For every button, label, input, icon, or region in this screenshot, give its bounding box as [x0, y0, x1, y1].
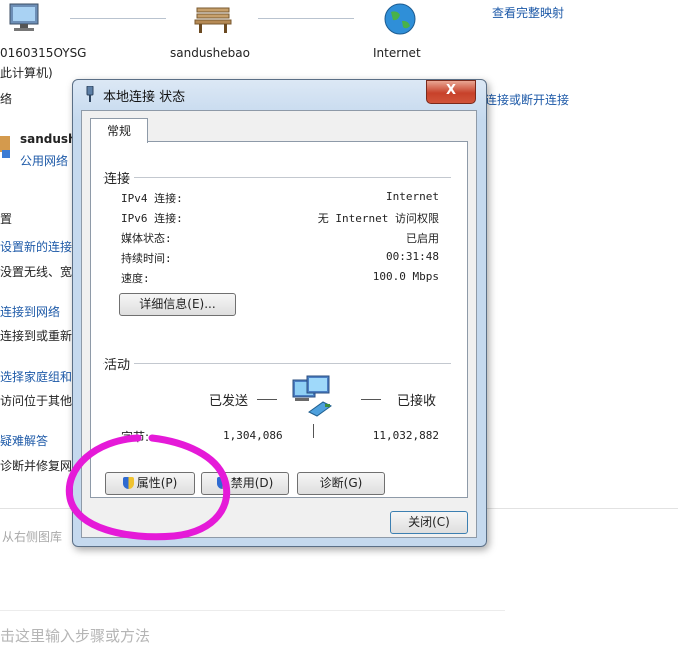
row-value-media: 已启用	[406, 232, 439, 245]
tab-general[interactable]: 常规	[90, 118, 148, 143]
row-value-ipv6: 无 Internet 访问权限	[317, 212, 439, 225]
node-computer-name: 0160315OYSG	[0, 46, 87, 60]
row-label-duration: 持续时间:	[121, 252, 172, 265]
row-label-media: 媒体状态:	[121, 232, 172, 245]
row-label-ipv4: IPv4 连接:	[121, 192, 183, 205]
sent-line	[257, 399, 277, 400]
row-value-duration: 00:31:48	[386, 250, 439, 263]
close-icon[interactable]: X	[426, 80, 476, 104]
view-full-map-link[interactable]: 查看完整映射	[492, 4, 564, 21]
activity-group-label: 活动	[104, 354, 135, 373]
diagnose-button[interactable]: 诊断(G)	[297, 472, 385, 495]
row-value-speed: 100.0 Mbps	[372, 270, 439, 283]
bytes-received-value: 11,032,882	[372, 429, 439, 442]
section-label-network: 络	[0, 92, 13, 106]
hint-text: 从右侧图库	[2, 530, 63, 544]
close-button[interactable]: 关闭(C)	[390, 511, 468, 534]
received-line	[361, 399, 381, 400]
section-label-settings: 置	[0, 212, 13, 226]
node-internet-name: Internet	[373, 46, 421, 60]
node-network-name: sandushebao	[170, 46, 250, 60]
homegroup-link[interactable]: 选择家庭组和	[0, 368, 72, 385]
sent-label: 已发送	[209, 394, 249, 409]
network-activity-icon	[289, 374, 345, 426]
connection-group-line	[103, 177, 451, 178]
troubleshoot-link[interactable]: 疑难解答	[0, 432, 48, 449]
details-button[interactable]: 详细信息(E)...	[119, 293, 236, 316]
setup-wireless-text: 没置无线、宽	[0, 265, 73, 279]
connection-group-label: 连接	[104, 168, 135, 187]
network-type-link[interactable]: 公用网络	[20, 152, 68, 169]
node-computer-sub: 此计算机)	[0, 66, 53, 80]
connect-disconnect-link[interactable]: 连接或断开连接	[485, 91, 569, 108]
bytes-divider	[313, 424, 314, 438]
annotation-circle	[65, 434, 231, 541]
connect-reconnect-text: 连接到或重新	[0, 329, 73, 343]
network-status-icon	[83, 85, 97, 102]
row-label-speed: 速度:	[121, 272, 150, 285]
network-link-line	[258, 18, 354, 19]
activity-group-line	[103, 363, 451, 364]
connect-to-network-link[interactable]: 连接到网络	[0, 303, 60, 320]
bench-icon	[193, 2, 233, 34]
network-link-line	[70, 18, 166, 19]
computer-icon	[4, 2, 42, 34]
globe-icon	[383, 2, 417, 36]
received-label: 已接收	[397, 394, 437, 409]
homegroup-text: 访问位于其他	[0, 394, 73, 408]
row-value-ipv4: Internet	[386, 190, 439, 203]
step-input[interactable]: 击这里输入步骤或方法	[0, 610, 505, 651]
step-input-placeholder: 击这里输入步骤或方法	[0, 627, 151, 645]
dialog-title: 本地连接 状态	[103, 90, 186, 105]
row-label-ipv6: IPv6 连接:	[121, 212, 183, 225]
setup-new-connection-link[interactable]: 设置新的连接	[0, 238, 72, 255]
network-house-icon	[0, 130, 12, 160]
network-name: sandush	[20, 132, 77, 146]
